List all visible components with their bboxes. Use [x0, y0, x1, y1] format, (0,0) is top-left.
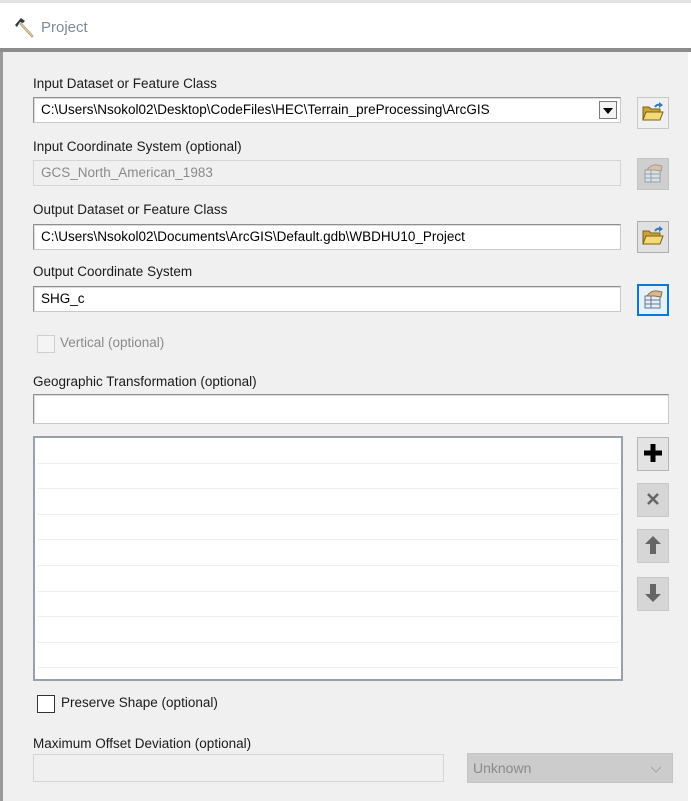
- max-offset-unit-select: Unknown: [467, 753, 673, 783]
- list-item[interactable]: [38, 438, 618, 464]
- input-coord-value: GCS_North_American_1983: [41, 165, 213, 180]
- list-item[interactable]: [38, 592, 618, 618]
- list-item[interactable]: [38, 617, 618, 643]
- close-icon: [646, 492, 660, 509]
- input-dataset-value: C:\Users\Nsokol02\Desktop\CodeFiles\HEC\…: [41, 102, 490, 117]
- output-coord-field[interactable]: SHG_c: [33, 286, 621, 312]
- input-dataset-combobox[interactable]: C:\Users\Nsokol02\Desktop\CodeFiles\HEC\…: [33, 97, 621, 123]
- remove-transformation-button: [637, 483, 669, 517]
- hammer-icon: [13, 16, 35, 38]
- output-dataset-label: Output Dataset or Feature Class: [33, 202, 228, 217]
- list-item[interactable]: [38, 566, 618, 592]
- output-coord-properties-button[interactable]: [637, 284, 669, 316]
- move-up-button: [637, 529, 669, 563]
- max-offset-unit-value: Unknown: [473, 760, 532, 776]
- list-item[interactable]: [38, 643, 618, 669]
- plus-icon: [644, 443, 662, 465]
- arrow-up-icon: [645, 535, 661, 557]
- open-folder-icon: [642, 101, 664, 125]
- input-dataset-label: Input Dataset or Feature Class: [33, 76, 217, 91]
- move-down-button: [637, 577, 669, 611]
- output-dataset-browse-button[interactable]: [637, 221, 669, 253]
- preserve-shape-label: Preserve Shape (optional): [61, 695, 218, 710]
- input-coord-label: Input Coordinate System (optional): [33, 139, 242, 154]
- vertical-checkbox: [37, 335, 55, 353]
- spatial-reference-icon: [642, 162, 664, 187]
- spatial-reference-icon: [642, 288, 664, 313]
- arrow-down-icon: [645, 583, 661, 605]
- output-dataset-value: C:\Users\Nsokol02\Documents\ArcGIS\Defau…: [41, 229, 465, 244]
- open-folder-icon: [642, 225, 664, 249]
- list-item[interactable]: [38, 464, 618, 490]
- chevron-down-icon: [650, 762, 662, 774]
- vertical-label: Vertical (optional): [60, 335, 165, 350]
- max-offset-label: Maximum Offset Deviation (optional): [33, 736, 252, 751]
- input-coord-field: GCS_North_American_1983: [33, 160, 621, 186]
- output-coord-label: Output Coordinate System: [33, 264, 193, 279]
- chevron-down-icon[interactable]: [599, 101, 617, 119]
- geo-transform-label: Geographic Transformation (optional): [33, 374, 257, 389]
- list-item[interactable]: [38, 540, 618, 566]
- geo-transform-list[interactable]: [33, 436, 623, 681]
- list-item[interactable]: [38, 668, 618, 679]
- max-offset-field: [33, 754, 444, 782]
- preserve-shape-checkbox[interactable]: [37, 695, 55, 713]
- add-transformation-button[interactable]: [637, 437, 669, 471]
- output-coord-value: SHG_c: [41, 291, 85, 306]
- input-dataset-browse-button[interactable]: [637, 97, 669, 129]
- list-item[interactable]: [38, 515, 618, 541]
- list-item[interactable]: [38, 489, 618, 515]
- title-bar: Project: [0, 0, 691, 52]
- output-dataset-field[interactable]: C:\Users\Nsokol02\Documents\ArcGIS\Defau…: [33, 224, 621, 250]
- window-title: Project: [41, 19, 88, 36]
- geo-transform-combobox[interactable]: [33, 394, 669, 424]
- input-coord-properties-button: [637, 158, 669, 190]
